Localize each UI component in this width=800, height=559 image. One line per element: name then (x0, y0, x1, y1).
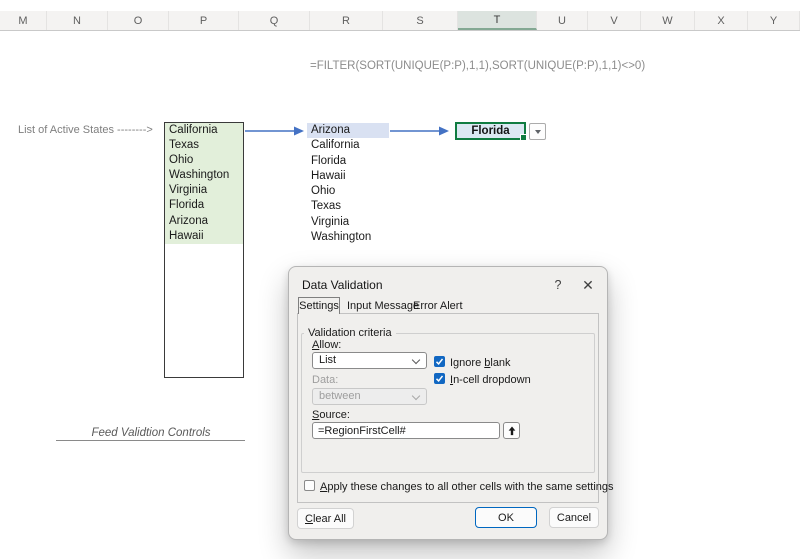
chevron-down-icon (411, 391, 421, 401)
column-header-y[interactable]: Y (748, 11, 800, 30)
ok-button[interactable]: OK (475, 507, 537, 528)
data-label: Data: (312, 374, 339, 386)
cell-source-state[interactable]: Arizona (165, 213, 243, 229)
source-label: Source: (312, 409, 350, 421)
apply-to-all-label: Apply these changes to all other cells w… (320, 481, 614, 493)
in-cell-dropdown-checkbox[interactable] (434, 373, 445, 384)
cell-sorted-state[interactable]: Washington (307, 230, 389, 245)
clear-all-button[interactable]: Clear All (297, 508, 354, 529)
dropdown-cell-value: Florida (471, 125, 510, 137)
active-states-label: List of Active States --------> (18, 124, 153, 136)
tab-input-message[interactable]: Input Message (347, 300, 419, 312)
column-header-x[interactable]: X (695, 11, 748, 30)
column-header-row: M N O P Q R S T U V W X Y (0, 11, 800, 31)
data-select-disabled: between (312, 388, 427, 405)
column-header-p[interactable]: P (169, 11, 239, 30)
column-header-w[interactable]: W (641, 11, 695, 30)
tab-settings[interactable]: Settings (298, 297, 340, 314)
allow-select[interactable]: List (312, 352, 427, 369)
data-selected-value: between (319, 390, 361, 402)
sheet-caption: Feed Validtion Controls (91, 427, 211, 439)
fill-handle[interactable] (520, 134, 527, 141)
column-header-q[interactable]: Q (239, 11, 310, 30)
caption-underline (56, 440, 245, 441)
sorted-states-range: Arizona California Florida Hawaii Ohio T… (307, 123, 389, 245)
check-icon (435, 358, 444, 366)
column-header-s[interactable]: S (383, 11, 458, 30)
data-validation-dialog: Data Validation ? ✕ Settings Input Messa… (288, 266, 614, 540)
column-header-o[interactable]: O (108, 11, 169, 30)
source-input[interactable] (312, 422, 500, 439)
in-cell-dropdown-button[interactable] (529, 123, 546, 140)
source-states-range: California Texas Ohio Washington Virgini… (164, 122, 244, 378)
validated-dropdown-cell[interactable]: Florida (455, 122, 527, 141)
column-header-v[interactable]: V (588, 11, 641, 30)
apply-to-all-checkbox[interactable] (304, 480, 315, 491)
column-header-n[interactable]: N (47, 11, 108, 30)
column-header-u[interactable]: U (537, 11, 588, 30)
cell-sorted-state[interactable]: California (307, 138, 389, 153)
filter-formula-text[interactable]: =FILTER(SORT(UNIQUE(P:P),1,1),SORT(UNIQU… (310, 60, 645, 72)
validation-criteria-label: Validation criteria (304, 327, 396, 339)
cell-sorted-state[interactable]: Ohio (307, 184, 389, 199)
cell-source-state[interactable]: California (165, 123, 243, 139)
column-header-m[interactable]: M (0, 11, 47, 30)
in-cell-dropdown-label: In-cell dropdown (450, 374, 531, 386)
cell-source-state[interactable]: Texas (165, 138, 243, 154)
chevron-down-icon (411, 355, 421, 365)
cell-source-state[interactable]: Ohio (165, 153, 243, 169)
tab-error-alert[interactable]: Error Alert (413, 300, 463, 312)
help-icon[interactable]: ? (551, 278, 565, 292)
cancel-button[interactable]: Cancel (549, 507, 599, 528)
cell-sorted-state[interactable]: Virginia (307, 215, 389, 230)
cell-source-state[interactable]: Hawaii (165, 228, 243, 244)
cell-sorted-state-highlighted[interactable]: Arizona (307, 123, 389, 139)
cell-sorted-state[interactable]: Florida (307, 154, 389, 169)
range-picker-button[interactable] (503, 422, 520, 439)
check-icon (435, 375, 444, 383)
dropdown-arrow-icon (534, 130, 541, 134)
ignore-blank-checkbox[interactable] (434, 356, 445, 367)
cell-sorted-state[interactable]: Texas (307, 199, 389, 214)
cell-source-state[interactable]: Virginia (165, 183, 243, 199)
arrow-right-icon (390, 126, 449, 136)
column-header-t-selected[interactable]: T (458, 11, 537, 30)
allow-selected-value: List (319, 354, 337, 366)
cell-sorted-state[interactable]: Hawaii (307, 169, 389, 184)
cell-source-state[interactable]: Florida (165, 198, 243, 214)
column-header-r[interactable]: R (310, 11, 383, 30)
collapse-dialog-arrow-icon (508, 426, 515, 435)
ignore-blank-label: Ignore blank (450, 357, 511, 369)
dialog-title: Data Validation (302, 278, 383, 292)
arrow-right-icon (245, 126, 304, 136)
close-icon[interactable]: ✕ (580, 277, 596, 294)
allow-label: Allow: (312, 339, 342, 351)
cell-source-state[interactable]: Washington (165, 168, 243, 184)
